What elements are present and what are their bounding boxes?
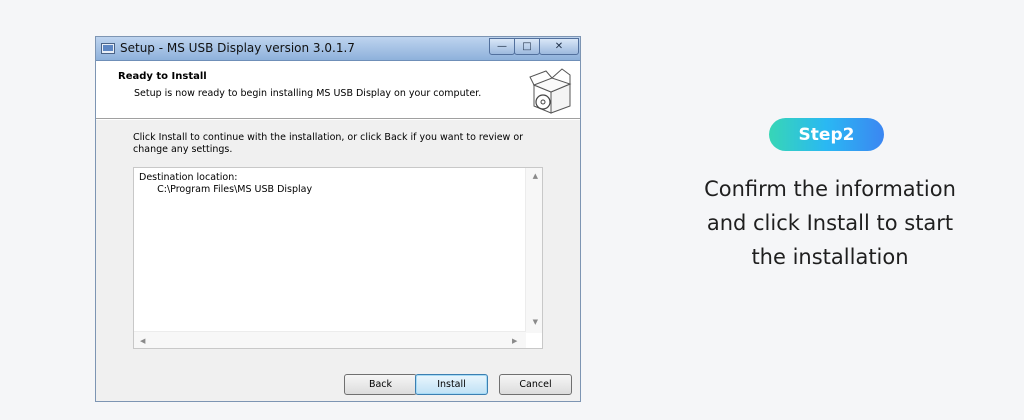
ready-memo[interactable]: Destination location: C:\Program Files\M…: [133, 167, 543, 349]
app-icon: [101, 43, 115, 54]
wizard-body: Click Install to continue with the insta…: [96, 120, 580, 401]
instructions-text: Click Install to continue with the insta…: [133, 132, 524, 155]
maximize-button[interactable]: □: [514, 38, 540, 55]
step-badge: Step2: [769, 118, 884, 151]
instruction-line-1: Confirm the information: [704, 177, 956, 201]
page-subtitle: Setup is now ready to begin installing M…: [134, 88, 482, 99]
instruction-line-3: the installation: [751, 245, 909, 269]
vertical-scrollbar[interactable]: ▲ ▼: [525, 168, 542, 333]
cancel-button[interactable]: Cancel: [499, 374, 572, 395]
software-box-icon: [529, 68, 572, 114]
scroll-down-icon[interactable]: ▼: [533, 318, 538, 326]
title-bar[interactable]: Setup - MS USB Display version 3.0.1.7 —…: [96, 37, 580, 61]
step-instruction: Confirm the information and click Instal…: [680, 172, 980, 274]
close-button[interactable]: ✕: [539, 38, 579, 55]
scroll-up-icon[interactable]: ▲: [533, 172, 538, 180]
scroll-left-icon[interactable]: ◀: [140, 337, 145, 345]
memo-text: Destination location: C:\Program Files\M…: [139, 172, 313, 195]
setup-window: Setup - MS USB Display version 3.0.1.7 —…: [95, 36, 581, 402]
horizontal-scrollbar[interactable]: ◀ ▶: [134, 331, 526, 348]
scroll-right-icon[interactable]: ▶: [512, 337, 517, 345]
install-button[interactable]: Install: [415, 374, 488, 395]
page-title: Ready to Install: [118, 71, 207, 82]
window-title: Setup - MS USB Display version 3.0.1.7: [120, 41, 355, 55]
wizard-header: Ready to Install Setup is now ready to b…: [96, 61, 580, 116]
minimize-button[interactable]: —: [489, 38, 515, 55]
instruction-line-2: and click Install to start: [706, 211, 954, 235]
back-button[interactable]: Back: [344, 374, 417, 395]
